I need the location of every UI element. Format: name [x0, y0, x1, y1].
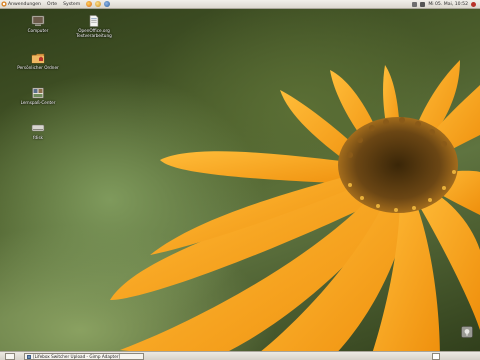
menu-places[interactable]: Orte — [44, 0, 60, 9]
desktop-icon-label: fdisk — [33, 135, 43, 140]
desktop-icon-writer[interactable]: OpenOffice.org Textverarbeitung — [71, 15, 117, 38]
home-folder-icon — [31, 52, 45, 64]
help-launcher-icon[interactable] — [104, 1, 111, 7]
desktop-icon-lernspass[interactable]: Lernspaß-Center — [15, 87, 61, 105]
volume-icon[interactable] — [420, 2, 426, 7]
workspace-switcher[interactable] — [432, 353, 440, 360]
desktop-wallpaper — [0, 0, 480, 360]
desktop-icon-fdisk[interactable]: fdisk — [15, 122, 61, 140]
firefox-launcher-icon[interactable] — [86, 1, 93, 7]
system-tray: Mi 05. Mai, 10:52 — [412, 0, 476, 9]
desktop-icon-label: Lernspaß-Center — [20, 100, 56, 105]
mail-launcher-icon[interactable] — [95, 1, 102, 7]
desktop-icon-home[interactable]: Persönlicher Ordner — [15, 52, 61, 70]
document-icon — [87, 15, 101, 27]
trash-icon[interactable] — [461, 326, 473, 338]
clock[interactable]: Mi 05. Mai, 10:52 — [428, 2, 468, 7]
desktop-screen: Anwendungen Orte System Mi 05. Mai, 10:5… — [0, 0, 480, 360]
desktop-icon-label: Computer — [27, 28, 49, 33]
desktop-icon-label: OpenOffice.org Textverarbeitung — [76, 28, 112, 38]
drive-icon — [31, 122, 45, 134]
distro-logo-icon[interactable] — [1, 1, 7, 7]
computer-icon — [31, 15, 45, 27]
taskbar-window-button[interactable]: [Lifebox Switcher Upload - Gimp Adapter] — [24, 353, 144, 360]
show-desktop-button[interactable] — [5, 353, 15, 360]
flower-wallpaper-image — [110, 60, 480, 360]
bottom-panel: [Lifebox Switcher Upload - Gimp Adapter] — [0, 351, 480, 360]
window-icon — [27, 355, 31, 359]
application-icon — [31, 87, 45, 99]
top-panel: Anwendungen Orte System Mi 05. Mai, 10:5… — [0, 0, 480, 9]
network-icon[interactable] — [412, 2, 418, 7]
menu-system[interactable]: System — [60, 0, 83, 9]
power-icon[interactable] — [471, 2, 476, 7]
taskbar-window-title: [Lifebox Switcher Upload - Gimp Adapter] — [33, 354, 121, 359]
desktop-icon-label: Persönlicher Ordner — [17, 65, 59, 70]
desktop-icon-computer[interactable]: Computer — [15, 15, 61, 33]
